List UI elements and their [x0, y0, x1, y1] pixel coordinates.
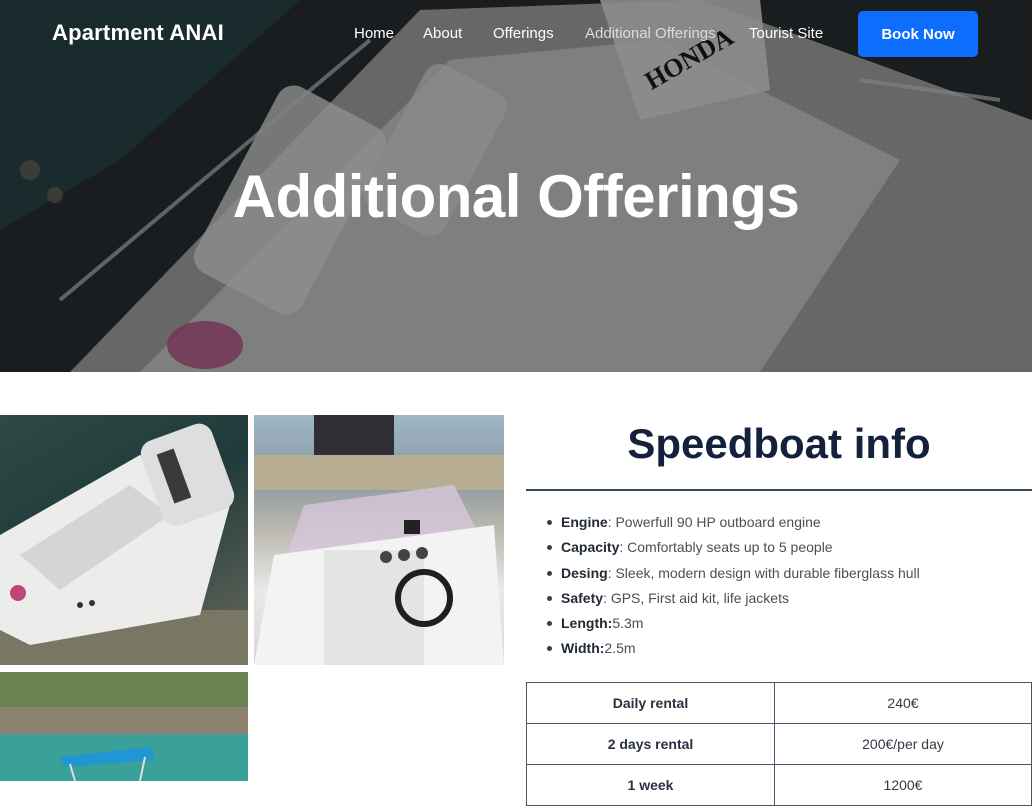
rental-price: 240€ — [774, 682, 1032, 724]
speedboat-photo-cockpit[interactable] — [254, 415, 504, 665]
spec-value: 2.5m — [604, 640, 636, 657]
table-row: Daily rental 240€ — [526, 682, 1032, 724]
spec-label: Safety — [561, 589, 604, 606]
spec-item-width: Width:2.5m — [547, 638, 1031, 663]
spec-label: Width: — [561, 640, 605, 657]
main-navbar: Apartment ANAI Home About Offerings Addi… — [0, 0, 1032, 68]
spec-value: Comfortably seats up to 5 people — [627, 539, 833, 556]
spec-value: 5.3m — [612, 615, 644, 632]
brand-logo[interactable]: Apartment ANAI — [52, 20, 224, 46]
rental-period: 2 days rental — [526, 723, 775, 765]
hero-banner: HONDA Apartment ANAI Home About Offering… — [0, 0, 1032, 372]
speedboat-photo-stern[interactable] — [0, 415, 248, 665]
rental-period: 1 week — [526, 764, 775, 806]
spec-item-design: Desing: Sleek, modern design with durabl… — [547, 563, 1031, 588]
spec-label: Engine — [561, 514, 608, 530]
spec-label: Length: — [561, 615, 613, 632]
page-title: Additional Offerings — [232, 163, 800, 230]
boat-stern-image — [0, 423, 248, 665]
spec-value: GPS, First aid kit, life jackets — [610, 589, 789, 606]
spec-item-length: Length:5.3m — [547, 613, 1031, 638]
rental-price: 200€/per day — [774, 723, 1032, 765]
spec-item-safety: Safety: GPS, First aid kit, life jackets — [547, 588, 1031, 613]
spec-label: Capacity — [561, 539, 620, 556]
nav-link-home[interactable]: Home — [354, 25, 394, 42]
nav-link-about[interactable]: About — [423, 25, 462, 42]
table-row: 2 days rental 200€/per day — [526, 723, 1032, 765]
nav-link-offerings[interactable]: Offerings — [493, 25, 554, 42]
nav-link-tourist-site[interactable]: Tourist Site — [749, 25, 823, 42]
spec-item-capacity: Capacity: Comfortably seats up to 5 peop… — [547, 537, 1031, 562]
rental-price: 1200€ — [774, 764, 1032, 806]
spec-item-engine: Engine: Powerfull 90 HP outboard engine — [547, 512, 1031, 537]
speedboat-photo-coast[interactable] — [0, 672, 248, 781]
spec-value: Powerfull 90 HP outboard engine — [615, 514, 821, 530]
speedboat-spec-list: Engine: Powerfull 90 HP outboard engine … — [547, 512, 1031, 664]
spec-label: Desing — [561, 564, 608, 581]
speedboat-info-heading: Speedboat info — [627, 420, 931, 467]
spec-value: Sleek, modern design with durable fiberg… — [615, 564, 920, 581]
heading-divider — [526, 489, 1032, 491]
table-row: 1 week 1200€ — [526, 764, 1032, 806]
rental-price-table: Daily rental 240€ 2 days rental 200€/per… — [526, 682, 1032, 806]
nav-link-additional-offerings[interactable]: Additional Offerings — [585, 25, 716, 42]
boat-coast-image — [0, 672, 248, 781]
rental-period: Daily rental — [526, 682, 775, 724]
book-now-button[interactable]: Book Now — [858, 11, 978, 57]
boat-cockpit-image — [254, 415, 504, 665]
